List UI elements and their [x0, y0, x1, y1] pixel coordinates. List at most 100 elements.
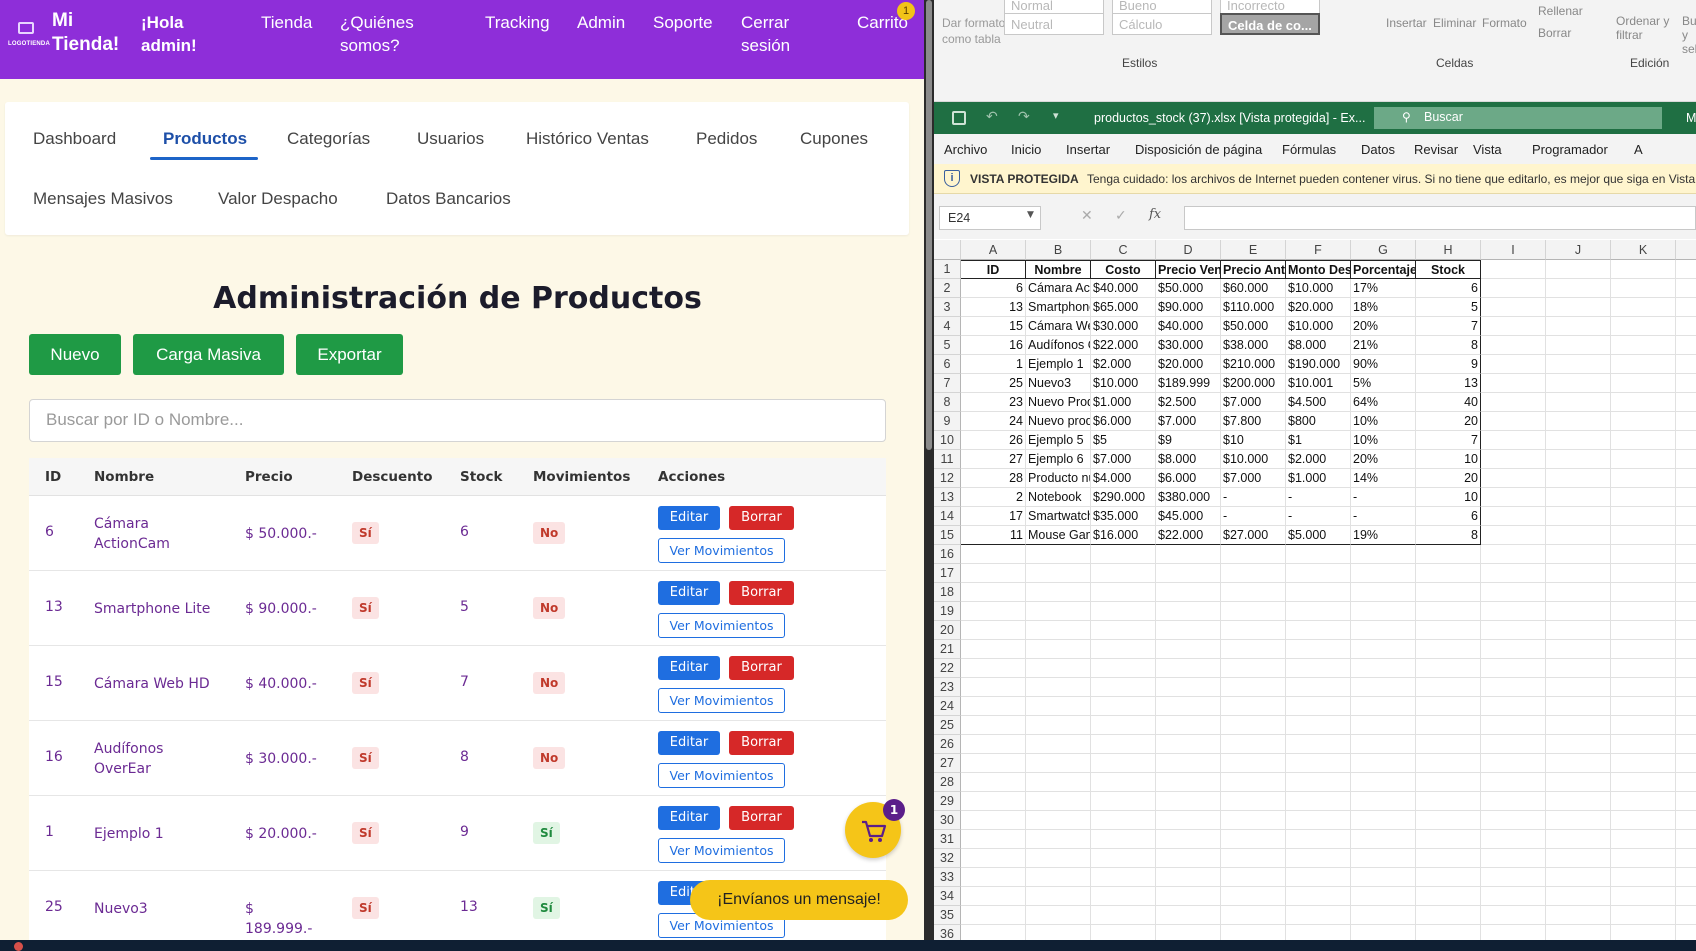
spreadsheet-cell[interactable] [1286, 583, 1351, 602]
menu-item[interactable]: Fórmulas [1282, 142, 1336, 157]
spreadsheet-cell[interactable]: Ejemplo 5 [1026, 431, 1091, 450]
format-table-label-2[interactable]: como tabla [942, 32, 1001, 46]
spreadsheet-cell[interactable] [1351, 792, 1416, 811]
spreadsheet-cell[interactable] [1481, 678, 1546, 697]
column-header[interactable]: E [1221, 240, 1286, 260]
spreadsheet-cell[interactable] [1676, 735, 1696, 754]
spreadsheet-cell[interactable]: $50.000 [1221, 317, 1286, 336]
spreadsheet-cell[interactable] [1546, 355, 1611, 374]
spreadsheet-cell[interactable] [1286, 887, 1351, 906]
tab-dashboard[interactable]: Dashboard [33, 129, 116, 149]
spreadsheet-cell[interactable] [1611, 754, 1676, 773]
spreadsheet-cell[interactable]: Porcentaje Descuento [1351, 260, 1416, 279]
spreadsheet-cell[interactable] [1546, 488, 1611, 507]
spreadsheet-cell[interactable] [961, 678, 1026, 697]
spreadsheet-cell[interactable] [1546, 925, 1611, 940]
spreadsheet-cell[interactable] [1546, 811, 1611, 830]
spreadsheet-cell[interactable]: $16.000 [1091, 526, 1156, 545]
nav-tienda[interactable]: Tienda [261, 11, 312, 34]
spreadsheet-cell[interactable] [1351, 640, 1416, 659]
spreadsheet-cell[interactable]: 20% [1351, 450, 1416, 469]
spreadsheet-cell[interactable]: $380.000 [1156, 488, 1221, 507]
spreadsheet-cell[interactable]: Stock [1416, 260, 1481, 279]
spreadsheet-cell[interactable] [1221, 906, 1286, 925]
formula-input[interactable] [1184, 206, 1696, 230]
spreadsheet-cell[interactable] [1286, 925, 1351, 940]
row-header[interactable]: 18 [934, 583, 961, 602]
spreadsheet-cell[interactable] [1546, 659, 1611, 678]
spreadsheet-cell[interactable] [1026, 583, 1091, 602]
nav-cerrar-sesion[interactable]: Cerrar sesión [741, 11, 811, 57]
spreadsheet-cell[interactable] [1676, 393, 1696, 412]
spreadsheet-cell[interactable] [1546, 564, 1611, 583]
spreadsheet-cell[interactable] [1221, 773, 1286, 792]
spreadsheet-cell[interactable] [1546, 545, 1611, 564]
spreadsheet-cell[interactable]: 10 [1416, 450, 1481, 469]
spreadsheet-cell[interactable]: $7.000 [1091, 450, 1156, 469]
spreadsheet-cell[interactable] [961, 887, 1026, 906]
spreadsheet-cell[interactable] [1026, 564, 1091, 583]
spreadsheet-cell[interactable] [1091, 716, 1156, 735]
spreadsheet-cell[interactable] [1676, 583, 1696, 602]
spreadsheet-cell[interactable] [961, 545, 1026, 564]
style-calculo[interactable]: Cálculo [1112, 13, 1212, 35]
spreadsheet-cell[interactable] [1676, 792, 1696, 811]
column-header[interactable]: J [1546, 240, 1611, 260]
row-header[interactable]: 5 [934, 336, 961, 355]
spreadsheet-cell[interactable] [1676, 621, 1696, 640]
spreadsheet-cell[interactable] [1611, 412, 1676, 431]
spreadsheet-cell[interactable] [1156, 621, 1221, 640]
spreadsheet-cell[interactable] [1481, 431, 1546, 450]
spreadsheet-cell[interactable] [1676, 887, 1696, 906]
tab-productos[interactable]: Productos [163, 129, 247, 149]
name-box-dropdown-icon[interactable]: ▼ [1027, 210, 1034, 220]
spreadsheet-cell[interactable] [1416, 868, 1481, 887]
spreadsheet-cell[interactable] [1091, 545, 1156, 564]
spreadsheet-cell[interactable] [961, 849, 1026, 868]
spreadsheet-cell[interactable]: 5% [1351, 374, 1416, 393]
spreadsheet-cell[interactable] [1416, 564, 1481, 583]
spreadsheet-cell[interactable]: $200.000 [1221, 374, 1286, 393]
spreadsheet-cell[interactable] [1611, 830, 1676, 849]
spreadsheet-cell[interactable] [1546, 849, 1611, 868]
spreadsheet-cell[interactable] [1676, 526, 1696, 545]
spreadsheet-cell[interactable]: $110.000 [1221, 298, 1286, 317]
spreadsheet-cell[interactable] [1676, 773, 1696, 792]
spreadsheet-cell[interactable] [1676, 849, 1696, 868]
spreadsheet-cell[interactable]: $65.000 [1091, 298, 1156, 317]
row-header[interactable]: 1 [934, 260, 961, 279]
spreadsheet-cell[interactable] [1026, 735, 1091, 754]
spreadsheet-cell[interactable] [1416, 811, 1481, 830]
spreadsheet-cell[interactable] [1026, 792, 1091, 811]
spreadsheet-cell[interactable] [1611, 640, 1676, 659]
spreadsheet-cell[interactable] [1611, 659, 1676, 678]
tab-categorias[interactable]: Categorías [287, 129, 370, 149]
spreadsheet-cell[interactable] [1481, 488, 1546, 507]
spreadsheet-cell[interactable]: $190.000 [1286, 355, 1351, 374]
spreadsheet-cell[interactable] [1481, 640, 1546, 659]
spreadsheet-cell[interactable]: $4.500 [1286, 393, 1351, 412]
spreadsheet-cell[interactable] [1286, 678, 1351, 697]
spreadsheet-cell[interactable] [1481, 412, 1546, 431]
row-header[interactable]: 32 [934, 849, 961, 868]
spreadsheet-cell[interactable] [1676, 925, 1696, 940]
spreadsheet-cell[interactable]: $30.000 [1156, 336, 1221, 355]
spreadsheet-cell[interactable] [1091, 792, 1156, 811]
spreadsheet-cell[interactable]: Costo [1091, 260, 1156, 279]
spreadsheet-cell[interactable] [1481, 887, 1546, 906]
spreadsheet-cell[interactable] [1611, 602, 1676, 621]
menu-item[interactable]: Datos [1361, 142, 1395, 157]
spreadsheet-cell[interactable] [1156, 564, 1221, 583]
spreadsheet-cell[interactable] [1416, 640, 1481, 659]
spreadsheet-cell[interactable]: 14% [1351, 469, 1416, 488]
row-header[interactable]: 12 [934, 469, 961, 488]
row-header[interactable]: 13 [934, 488, 961, 507]
spreadsheet-cell[interactable]: $2.000 [1286, 450, 1351, 469]
spreadsheet-cell[interactable] [1351, 849, 1416, 868]
row-header[interactable]: 20 [934, 621, 961, 640]
spreadsheet-cell[interactable] [1546, 868, 1611, 887]
spreadsheet-cell[interactable] [1156, 754, 1221, 773]
style-neutral[interactable]: Neutral [1004, 13, 1104, 35]
clear-button[interactable]: Borrar [1538, 26, 1571, 40]
spreadsheet-cell[interactable] [1481, 279, 1546, 298]
